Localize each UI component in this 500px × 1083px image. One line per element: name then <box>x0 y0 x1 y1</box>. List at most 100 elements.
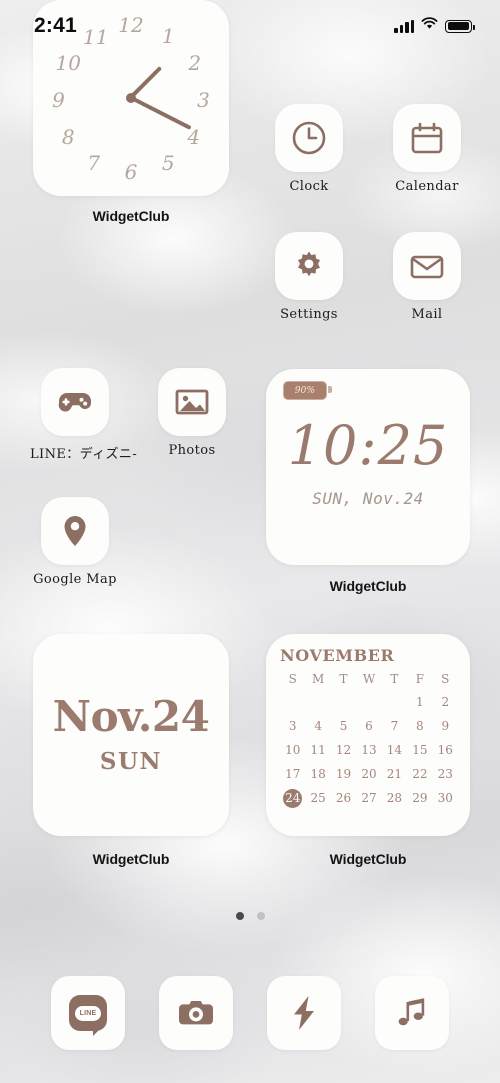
calendar-day: 13 <box>361 743 377 757</box>
digital-clock-time: 10:25 <box>287 414 449 477</box>
app-clock[interactable]: Clock <box>264 104 354 194</box>
calendar-day: 11 <box>310 743 326 757</box>
calendar-day: 6 <box>365 719 373 733</box>
lightning-bolt-icon <box>267 976 341 1050</box>
dock-app-camera[interactable] <box>159 976 233 1062</box>
status-bar-icons <box>394 17 475 35</box>
calendar-day-today: 24 <box>280 789 305 808</box>
calendar-day: 2 <box>441 695 450 709</box>
dock-app-shortcuts[interactable] <box>267 976 341 1062</box>
calendar-day: 19 <box>335 767 352 781</box>
calendar-day: 23 <box>437 767 453 781</box>
app-line-disney[interactable]: LINE：ディズニ- <box>30 368 137 462</box>
calendar-blank-cell: . <box>305 693 330 712</box>
cellular-signal-icon <box>394 19 414 33</box>
calendar-weekday-3: W <box>362 672 376 686</box>
calendar-weekday-6: S <box>441 672 450 686</box>
gamepad-icon <box>41 368 109 436</box>
calendar-month-title: NOVEMBER <box>280 646 395 665</box>
page-dot-1[interactable] <box>256 912 265 920</box>
app-calendar-label: Calendar <box>395 179 459 194</box>
calendar-widget-label: WidgetClub <box>329 851 407 867</box>
calendar-day: 5 <box>339 719 348 733</box>
app-calendar[interactable]: Calendar <box>382 104 472 194</box>
date-widget-date: Nov.24 <box>52 691 210 741</box>
calendar-blank-cell: . <box>356 693 381 712</box>
status-bar: 2:41 <box>0 0 500 52</box>
calendar-blank-cell: . <box>382 693 407 712</box>
app-settings-label: Settings <box>280 307 338 322</box>
home-screen: 12 1 2 3 4 5 6 7 8 9 10 11 WidgetClub Cl… <box>0 0 500 1083</box>
dock-app-line[interactable]: LINE <box>51 976 125 1062</box>
music-note-icon <box>375 976 449 1050</box>
calendar-day: 21 <box>386 767 403 781</box>
calendar-weekday-4: T <box>390 672 399 686</box>
calendar-blank-cell: . <box>280 693 305 712</box>
calendar-day: 18 <box>310 767 326 781</box>
digital-clock-widget-label: WidgetClub <box>329 578 407 594</box>
battery-percent-label: 90% <box>294 385 316 396</box>
app-photos-label: Photos <box>168 443 216 458</box>
clock-numeral-3: 3 <box>197 87 210 112</box>
battery-icon <box>445 19 475 33</box>
app-clock-label: Clock <box>289 179 329 194</box>
map-pin-icon <box>41 497 109 565</box>
calendar-widget[interactable]: NOVEMBER SMTWTFS.....1234567891011121314… <box>266 634 470 836</box>
calendar-day: 22 <box>412 767 428 781</box>
clock-numeral-8: 8 <box>61 125 75 150</box>
calendar-weekday-0: S <box>288 672 297 686</box>
date-widget[interactable]: Nov.24 SUN <box>33 634 229 836</box>
analog-clock-widget-label: WidgetClub <box>92 208 170 224</box>
calendar-day: 29 <box>412 791 428 805</box>
clock-numeral-10: 10 <box>55 50 81 75</box>
calendar-weekday-2: T <box>339 672 348 686</box>
dock: LINE <box>0 976 500 1062</box>
digital-clock-widget[interactable]: 90% 10:25 SUN, Nov.24 <box>266 369 470 565</box>
digital-clock-date: SUN, Nov.24 <box>312 489 424 508</box>
calendar-day: 25 <box>310 791 326 805</box>
app-google-map-label: Google Map <box>33 572 117 587</box>
clock-numeral-6: 6 <box>124 160 138 185</box>
calendar-icon <box>393 104 461 172</box>
camera-icon <box>159 976 233 1050</box>
page-indicator[interactable] <box>0 912 500 920</box>
calendar-day: 7 <box>390 719 399 733</box>
line-wordmark: LINE <box>79 1009 97 1017</box>
envelope-icon <box>393 232 461 300</box>
dock-app-music[interactable] <box>375 976 449 1062</box>
calendar-day: 17 <box>285 767 301 781</box>
calendar-day: 16 <box>437 743 453 757</box>
clock-numeral-4: 4 <box>187 125 201 150</box>
calendar-day: 20 <box>361 767 377 781</box>
clock-numeral-9: 9 <box>52 87 65 112</box>
app-settings[interactable]: Settings <box>264 232 354 322</box>
page-dot-0[interactable] <box>235 912 244 920</box>
calendar-day: 15 <box>412 743 428 757</box>
app-mail[interactable]: Mail <box>382 232 472 322</box>
app-google-map[interactable]: Google Map <box>30 497 120 587</box>
calendar-day: 14 <box>386 743 403 757</box>
line-bubble-inner: LINE <box>75 1005 101 1021</box>
line-chat-icon: LINE <box>51 976 125 1050</box>
battery-badge: 90% <box>283 381 332 400</box>
photo-icon <box>158 368 226 436</box>
calendar-day: 1 <box>416 695 424 709</box>
clock-numeral-5: 5 <box>161 150 175 175</box>
wifi-icon <box>421 17 438 35</box>
clock-numeral-7: 7 <box>87 150 101 175</box>
calendar-day: 27 <box>361 791 377 805</box>
line-bubble-shape: LINE <box>69 995 107 1036</box>
calendar-day: 30 <box>437 791 453 805</box>
calendar-weekday-1: M <box>311 672 325 686</box>
status-bar-time: 2:41 <box>34 14 77 37</box>
calendar-weekday-5: F <box>415 672 425 686</box>
calendar-day: 26 <box>335 791 352 805</box>
date-widget-label: WidgetClub <box>92 851 170 867</box>
app-mail-label: Mail <box>411 307 443 322</box>
calendar-day: 3 <box>288 719 297 733</box>
calendar-blank-cell: . <box>331 693 356 712</box>
app-photos[interactable]: Photos <box>147 368 237 458</box>
calendar-day: 12 <box>335 743 352 757</box>
clock-minute-hand <box>131 96 192 130</box>
calendar-day: 28 <box>386 791 403 805</box>
